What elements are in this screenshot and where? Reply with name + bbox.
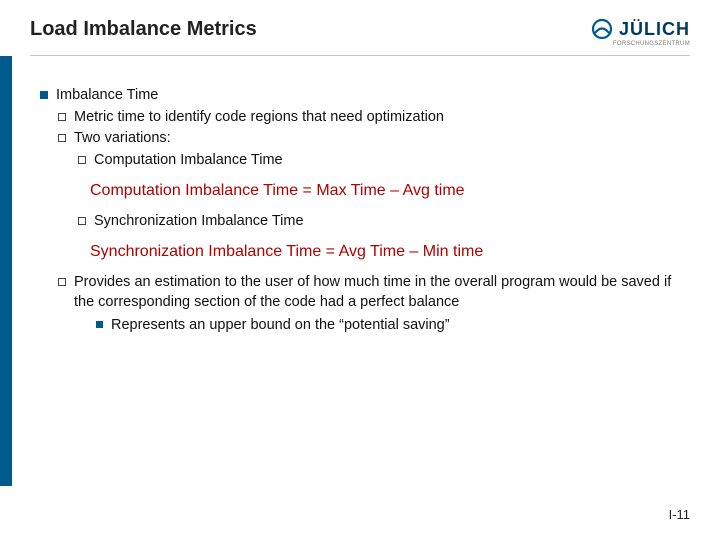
hollow-square-icon bbox=[78, 156, 86, 164]
bullet-text: Provides an estimation to the user of ho… bbox=[74, 273, 690, 312]
hollow-square-icon bbox=[78, 217, 86, 225]
bullet-level2: Metric time to identify code regions tha… bbox=[58, 108, 690, 128]
bullet-level4: Represents an upper bound on the “potent… bbox=[96, 316, 690, 336]
bullet-text: Synchronization Imbalance Time bbox=[94, 212, 304, 232]
bullet-level3: Synchronization Imbalance Time bbox=[78, 212, 690, 232]
formula-synchronization: Synchronization Imbalance Time = Avg Tim… bbox=[90, 241, 690, 263]
hollow-square-icon bbox=[58, 134, 66, 142]
bullet-text: Imbalance Time bbox=[56, 86, 158, 106]
hollow-square-icon bbox=[58, 113, 66, 121]
bullet-level3: Computation Imbalance Time bbox=[78, 151, 690, 171]
slide-header: Load Imbalance Metrics JÜLICH FORSCHUNGS… bbox=[0, 0, 720, 47]
filled-square-icon bbox=[40, 91, 48, 99]
hollow-square-icon bbox=[58, 278, 66, 286]
page-number: I-11 bbox=[669, 507, 690, 522]
bullet-level2: Two variations: bbox=[58, 129, 690, 149]
logo-mark-icon bbox=[591, 18, 613, 40]
bullet-level2: Provides an estimation to the user of ho… bbox=[58, 273, 690, 312]
logo-subtext: FORSCHUNGSZENTRUM bbox=[613, 41, 690, 47]
bullet-level1: Imbalance Time bbox=[40, 86, 690, 106]
bullet-text: Metric time to identify code regions tha… bbox=[74, 108, 444, 128]
formula-computation: Computation Imbalance Time = Max Time – … bbox=[90, 180, 690, 202]
bullet-text: Two variations: bbox=[74, 129, 171, 149]
bullet-text: Computation Imbalance Time bbox=[94, 151, 283, 171]
bullet-text: Represents an upper bound on the “potent… bbox=[111, 316, 450, 336]
logo-text: JÜLICH bbox=[619, 19, 690, 40]
logo-row: JÜLICH bbox=[591, 18, 690, 40]
slide-title: Load Imbalance Metrics bbox=[30, 18, 257, 41]
julich-logo: JÜLICH FORSCHUNGSZENTRUM bbox=[591, 18, 690, 47]
slide-body: Imbalance Time Metric time to identify c… bbox=[0, 56, 720, 336]
filled-square-icon bbox=[96, 321, 103, 328]
left-accent-bar bbox=[0, 56, 12, 486]
